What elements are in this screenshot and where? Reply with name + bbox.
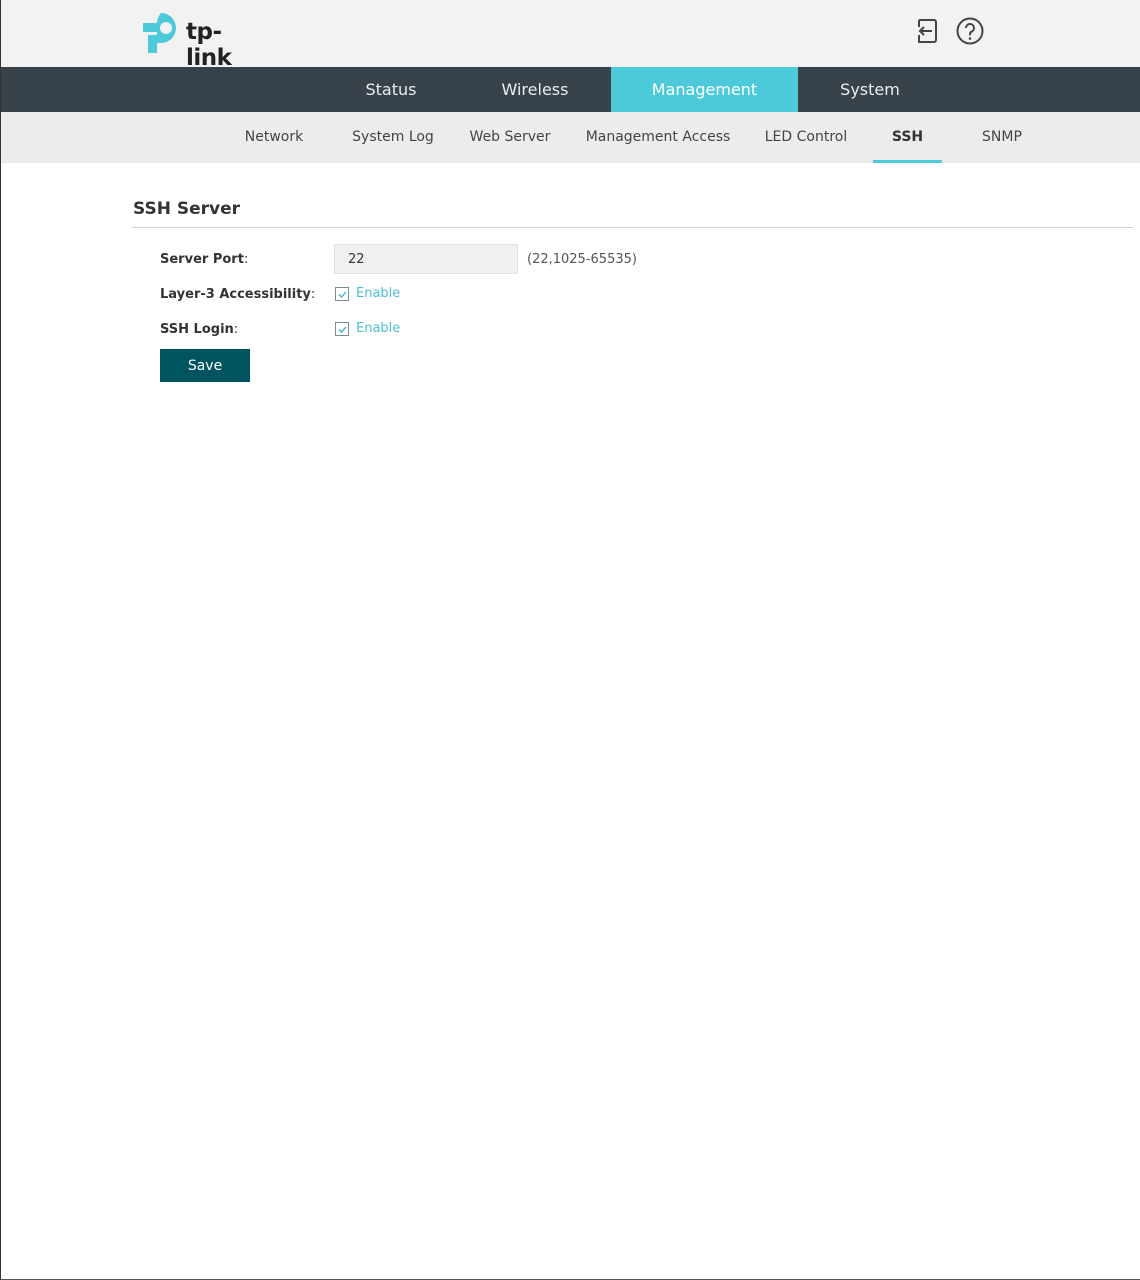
logout-icon[interactable] <box>912 16 942 46</box>
tab-management[interactable]: Management <box>611 67 798 112</box>
tp-link-logo-mark <box>143 13 176 53</box>
tp-link-logo[interactable]: tp-link <box>140 9 260 71</box>
subtab-snmp[interactable]: SNMP <box>969 112 1035 163</box>
sub-nav: Network System Log Web Server Management… <box>1 112 1140 163</box>
main-nav: Status Wireless Management System <box>1 67 1140 112</box>
layer3-enable-label[interactable]: Enable <box>356 286 400 301</box>
logo-wordmark: tp-link <box>186 19 232 71</box>
ssh-login-enable-checkbox[interactable] <box>335 322 349 336</box>
tab-status[interactable]: Status <box>333 67 449 112</box>
layer3-enable-checkbox[interactable] <box>335 287 349 301</box>
checkmark-icon <box>338 291 347 299</box>
section-title: SSH Server <box>133 199 241 219</box>
subtab-system-log[interactable]: System Log <box>343 112 443 163</box>
top-header: tp-link <box>1 0 1140 71</box>
ssh-login-label: SSH Login: <box>160 322 239 337</box>
subtab-led-control[interactable]: LED Control <box>757 112 855 163</box>
tab-system[interactable]: System <box>815 67 925 112</box>
layer3-accessibility-label: Layer-3 Accessibility: <box>160 287 316 302</box>
subtab-web-server[interactable]: Web Server <box>461 112 559 163</box>
subtab-network[interactable]: Network <box>229 112 319 163</box>
subtab-ssh[interactable]: SSH <box>873 112 942 163</box>
save-button[interactable]: Save <box>160 349 250 382</box>
section-divider <box>132 227 1133 228</box>
checkmark-icon <box>338 326 347 334</box>
help-icon[interactable] <box>955 16 985 46</box>
server-port-input[interactable] <box>334 244 518 274</box>
ssh-login-enable-label[interactable]: Enable <box>356 321 400 336</box>
tab-wireless[interactable]: Wireless <box>471 67 599 112</box>
subtab-management-access[interactable]: Management Access <box>579 112 737 163</box>
server-port-range-hint: (22,1025-65535) <box>527 252 637 267</box>
server-port-label: Server Port: <box>160 252 249 267</box>
